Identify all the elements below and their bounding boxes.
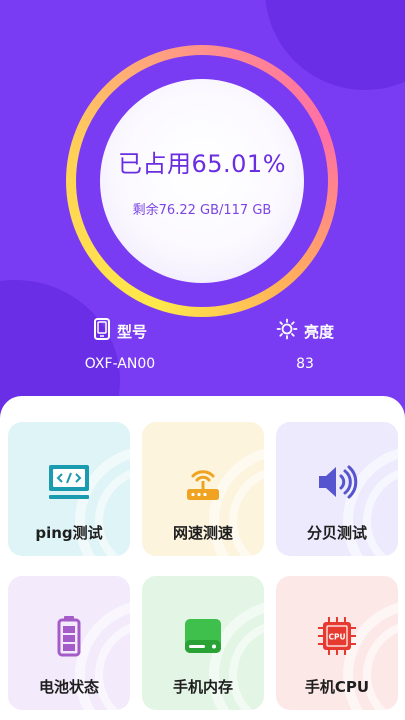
- network-speed-label: 网速测速: [172, 524, 233, 542]
- storage-disk: 已占用65.01% 剩余76.22 GB/117 GB: [100, 79, 304, 283]
- storage-gauge: 已占用65.01% 剩余76.22 GB/117 GB: [66, 45, 338, 317]
- storage-used-text: 已占用65.01%: [117, 150, 286, 178]
- phone-memory-label: 手机内存: [172, 678, 233, 696]
- brightness-info: 亮度 83: [250, 318, 360, 372]
- router-icon: [179, 458, 227, 506]
- battery-status-label: 电池状态: [38, 678, 99, 696]
- decibel-test-card[interactable]: 分贝测试: [276, 422, 398, 556]
- phone-memory-card[interactable]: 手机内存: [142, 576, 264, 710]
- storage-header: 已占用65.01% 剩余76.22 GB/117 GB 型号 OXF-AN00: [0, 0, 405, 430]
- cpu-icon: CPU: [313, 612, 361, 660]
- battery-status-card[interactable]: 电池状态: [8, 576, 130, 710]
- ping-test-card[interactable]: ping测试: [8, 422, 130, 556]
- phone-icon: [93, 318, 111, 344]
- battery-icon: [45, 612, 93, 660]
- network-speed-card[interactable]: 网速测速: [142, 422, 264, 556]
- brightness-label: 亮度: [303, 322, 334, 341]
- code-icon: [45, 458, 93, 506]
- model-label: 型号: [116, 322, 147, 341]
- decibel-test-label: 分贝测试: [306, 524, 367, 542]
- storage-icon: [179, 612, 227, 660]
- model-info: 型号 OXF-AN00: [60, 318, 180, 372]
- ping-test-label: ping测试: [35, 524, 103, 542]
- storage-remaining-text: 剩余76.22 GB/117 GB: [132, 203, 272, 218]
- phone-cpu-card[interactable]: CPU 手机CPU: [276, 576, 398, 710]
- phone-cpu-label: 手机CPU: [304, 678, 370, 696]
- brightness-value: 83: [296, 356, 314, 372]
- sun-icon: [276, 318, 298, 344]
- model-value: OXF-AN00: [84, 356, 156, 372]
- svg-text:CPU: CPU: [328, 633, 345, 642]
- speaker-icon: [313, 458, 361, 506]
